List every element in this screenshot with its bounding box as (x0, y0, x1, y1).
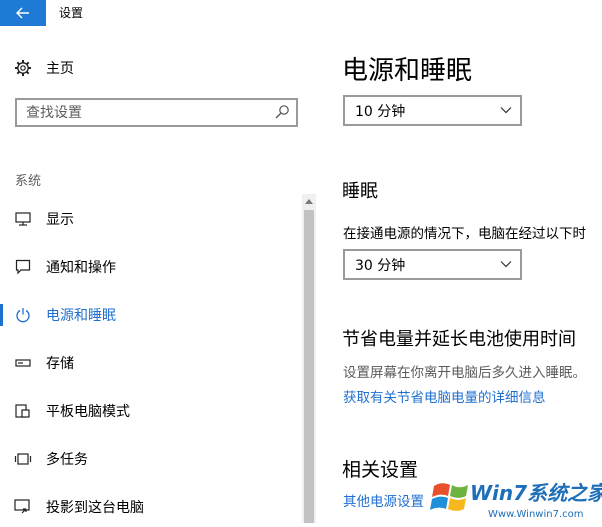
screen-timeout-dropdown[interactable]: 10 分钟 (343, 95, 522, 126)
gear-icon (14, 59, 32, 77)
multitask-icon (14, 450, 32, 468)
storage-icon (14, 354, 32, 372)
title-bar: 设置 (0, 0, 602, 26)
sidebar-item-label: 平板电脑模式 (46, 404, 130, 420)
additional-power-settings-link[interactable]: 其他电源设置 (343, 490, 424, 510)
sidebar-scrollbar[interactable] (302, 194, 316, 523)
sidebar-item-label: 显示 (46, 212, 74, 228)
scrollbar-thumb[interactable] (304, 210, 314, 523)
home-label: 主页 (46, 61, 74, 77)
sleep-description: 在接通电源的情况下，电脑在经过以下时 (343, 226, 586, 242)
sidebar-item-multitasking[interactable]: 多任务 (0, 439, 302, 479)
sidebar-item-storage[interactable]: 存储 (0, 343, 302, 383)
dropdown-value: 10 分钟 (355, 103, 406, 120)
sidebar-item-tablet-mode[interactable]: 平板电脑模式 (0, 391, 302, 431)
back-arrow-icon (16, 7, 29, 19)
sidebar-item-power-sleep[interactable]: 电源和睡眠 (0, 295, 302, 335)
power-icon (14, 306, 32, 324)
page-title: 电源和睡眠 (342, 56, 473, 86)
sleep-timeout-dropdown[interactable]: 30 分钟 (343, 249, 522, 280)
dropdown-value: 30 分钟 (355, 257, 406, 274)
section-label-system: 系统 (15, 174, 42, 189)
sidebar-home[interactable]: 主页 (14, 56, 74, 80)
scroll-up-icon[interactable] (302, 194, 316, 208)
window-title: 设置 (59, 6, 84, 20)
sidebar-item-label: 通知和操作 (46, 260, 116, 276)
search-input[interactable] (26, 104, 271, 121)
save-power-description: 设置屏幕在你离开电脑后多久进入睡眠。 (343, 365, 586, 381)
sleep-heading: 睡眠 (342, 181, 378, 202)
sidebar-item-label: 投影到这台电脑 (46, 500, 144, 516)
sidebar-item-project[interactable]: 投影到这台电脑 (0, 487, 302, 527)
selection-indicator (0, 304, 3, 326)
chevron-down-icon (500, 107, 512, 114)
sidebar-item-label: 电源和睡眠 (46, 308, 116, 324)
monitor-icon (14, 210, 32, 228)
related-settings-heading: 相关设置 (342, 459, 419, 481)
back-button[interactable] (0, 0, 46, 26)
sidebar-item-label: 存储 (46, 356, 74, 372)
save-power-info-link[interactable]: 获取有关节省电脑电量的详细信息 (343, 386, 546, 406)
sidebar: 主页 系统 显示 通知和操作 (0, 26, 322, 523)
notification-icon (14, 258, 32, 276)
sidebar-item-display[interactable]: 显示 (0, 199, 302, 239)
sidebar-item-label: 多任务 (46, 452, 88, 468)
tablet-mode-icon (14, 402, 32, 420)
search-icon[interactable] (274, 104, 290, 120)
project-icon (14, 498, 32, 516)
search-box[interactable] (15, 98, 298, 127)
save-power-heading: 节省电量并延长电池使用时间 (342, 329, 576, 350)
main-content: 电源和睡眠 10 分钟 睡眠 在接通电源的情况下，电脑在经过以下时 30 分钟 … (322, 26, 602, 523)
chevron-down-icon (500, 261, 512, 268)
sidebar-item-notifications[interactable]: 通知和操作 (0, 247, 302, 287)
